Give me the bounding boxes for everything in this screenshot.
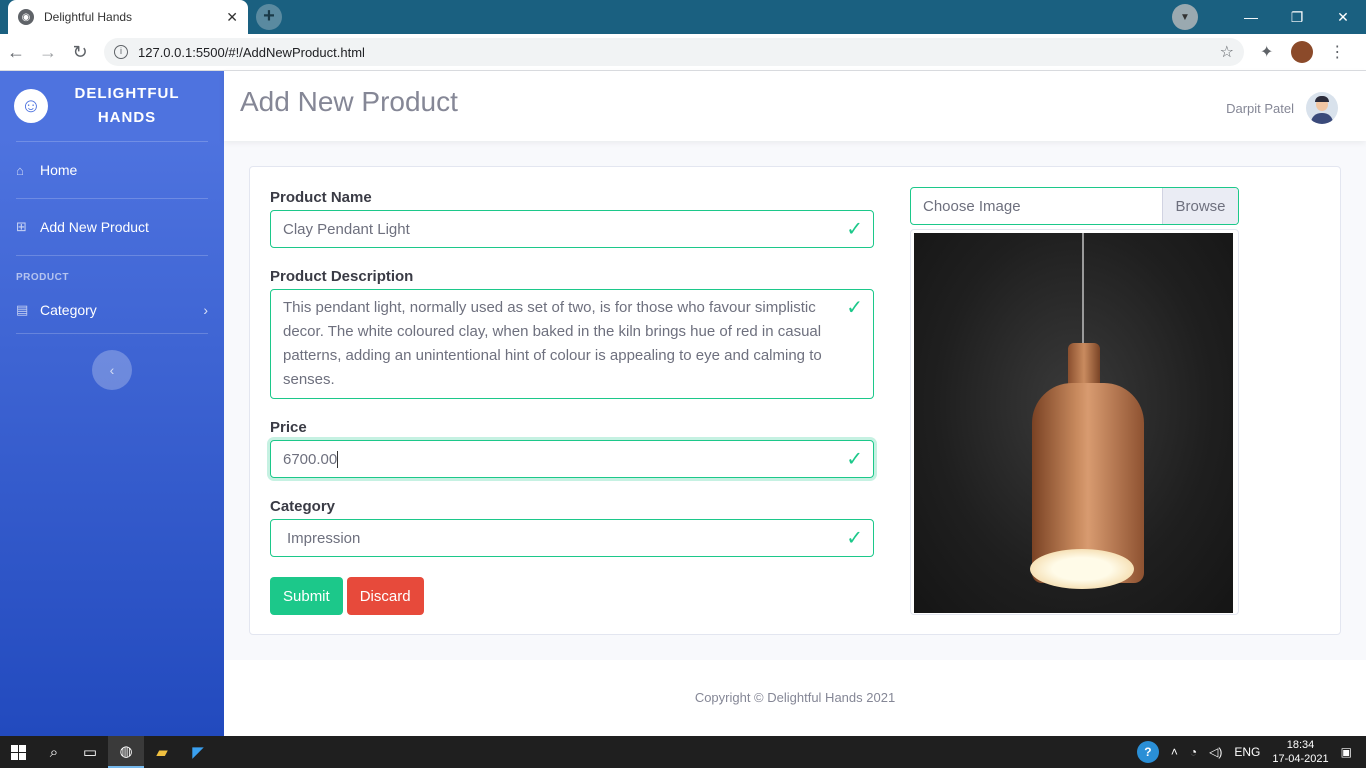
plus-square-icon: ⊞: [16, 219, 27, 234]
restore-icon[interactable]: ❐: [1274, 9, 1320, 26]
sidebar: ☺ DELIGHTFUL HANDS ⌂ Home ⊞ Add New Prod…: [0, 71, 224, 736]
sidebar-item-home[interactable]: ⌂ Home: [0, 142, 224, 198]
price-input[interactable]: 6700.00 ✓: [270, 440, 874, 478]
sidebar-item-category[interactable]: ▤ Category ›: [0, 287, 224, 333]
check-icon: ✓: [846, 297, 863, 319]
window-controls: ▼ — ❐ ✕: [1172, 0, 1366, 34]
product-form-card: Product Name Clay Pendant Light ✓ Produc…: [249, 166, 1341, 635]
submit-button[interactable]: Submit: [270, 577, 343, 615]
url-field[interactable]: i 127.0.0.1:5500/#!/AddNewProduct.html ☆: [104, 38, 1244, 66]
clipboard-icon: ▤: [16, 302, 29, 317]
globe-icon: ◉: [18, 9, 34, 25]
sidebar-item-label: Add New Product: [40, 219, 149, 235]
chrome-icon[interactable]: ◍: [108, 736, 144, 768]
browser-tabbar: ◉ Delightful Hands ✕ + ▼ — ❐ ✕: [0, 0, 1366, 34]
check-icon: ✓: [846, 527, 863, 550]
minimize-icon[interactable]: —: [1228, 9, 1274, 25]
product-description-textarea[interactable]: This pendant light, normally used as set…: [270, 289, 874, 399]
windows-start-icon[interactable]: [0, 736, 36, 768]
file-input-placeholder: Choose Image: [923, 197, 1021, 215]
chevron-right-icon: ›: [203, 302, 208, 318]
file-explorer-icon[interactable]: ▰: [144, 736, 180, 768]
copyright-text: Copyright © Delightful Hands 2021: [694, 690, 896, 705]
page-title: Add New Product: [240, 86, 458, 117]
menu-dots-icon[interactable]: ⋮: [1329, 42, 1345, 62]
category-select[interactable]: Impression ✓: [270, 519, 874, 557]
chevron-up-icon[interactable]: ˄: [1171, 745, 1178, 759]
product-description-value: This pendant light, normally used as set…: [283, 299, 822, 388]
notifications-icon[interactable]: ▣: [1341, 745, 1352, 759]
clock-date: 17-04-2021: [1272, 753, 1329, 765]
footer: Copyright © Delightful Hands 2021: [224, 660, 1366, 736]
forward-icon[interactable]: →: [32, 42, 64, 63]
price-value: 6700.00: [283, 450, 339, 468]
check-icon: ✓: [846, 218, 863, 241]
sidebar-divider: [16, 333, 208, 334]
image-file-input[interactable]: Choose Image Browse: [910, 187, 1239, 225]
sidebar-item-label: Home: [40, 162, 78, 178]
extensions-icon[interactable]: ✦: [1260, 42, 1273, 62]
check-icon: ✓: [846, 448, 863, 471]
product-name-value: Clay Pendant Light: [283, 220, 410, 238]
task-view-icon[interactable]: ▭: [72, 736, 108, 768]
wifi-icon[interactable]: ◔: [1190, 745, 1197, 759]
user-menu[interactable]: Darpit Patel: [1226, 92, 1338, 124]
image-preview: [910, 229, 1239, 615]
help-icon[interactable]: ?: [1136, 741, 1159, 763]
bookmark-star-icon[interactable]: ☆: [1220, 42, 1234, 62]
sidebar-toggle-button[interactable]: ‹: [92, 350, 132, 390]
language-indicator[interactable]: ENG: [1234, 745, 1260, 759]
browse-button[interactable]: Browse: [1162, 188, 1238, 224]
price-label: Price: [270, 419, 307, 436]
volume-icon[interactable]: ◁): [1209, 745, 1222, 759]
browser-tab[interactable]: ◉ Delightful Hands ✕: [8, 0, 248, 34]
sidebar-heading: PRODUCT: [16, 272, 69, 283]
category-label: Category: [270, 498, 336, 515]
topbar: Add New Product Darpit Patel: [224, 71, 1366, 141]
clock-time: 18:34: [1286, 739, 1315, 751]
search-icon[interactable]: ⌕: [36, 736, 72, 768]
url-text: 127.0.0.1:5500/#!/AddNewProduct.html: [138, 44, 365, 60]
home-icon: ⌂: [16, 162, 24, 178]
info-icon[interactable]: i: [114, 45, 128, 59]
close-window-icon[interactable]: ✕: [1320, 9, 1366, 26]
sidebar-item-label: Category: [40, 302, 97, 318]
wink-face-icon: ☺: [14, 89, 48, 123]
tab-search-icon[interactable]: ▼: [1172, 4, 1198, 30]
discard-button[interactable]: Discard: [346, 577, 424, 615]
product-photo: [914, 233, 1233, 613]
brand-line-2: HANDS: [97, 109, 157, 126]
system-tray: ? ˄ ◔ ◁) ENG 18:34 17-04-2021 ▣: [1136, 738, 1366, 766]
brand-name: DELIGHTFUL HANDS: [72, 82, 182, 130]
image-uploader: Choose Image Browse: [910, 187, 1239, 615]
product-description-label: Product Description: [270, 268, 414, 285]
vscode-icon[interactable]: ◤: [180, 736, 216, 768]
user-name: Darpit Patel: [1226, 100, 1294, 116]
profile-avatar[interactable]: [1291, 41, 1314, 63]
back-icon[interactable]: ←: [0, 42, 32, 63]
new-tab-button[interactable]: +: [256, 4, 282, 30]
close-tab-icon[interactable]: ✕: [226, 9, 238, 26]
product-name-input[interactable]: Clay Pendant Light ✓: [270, 210, 874, 248]
reload-icon[interactable]: ↻: [64, 42, 96, 63]
brand[interactable]: ☺ DELIGHTFUL HANDS: [0, 71, 224, 141]
tab-title: Delightful Hands: [44, 10, 133, 24]
address-bar: ← → ↻ i 127.0.0.1:5500/#!/AddNewProduct.…: [0, 34, 1366, 71]
product-form: Product Name Clay Pendant Light ✓ Produc…: [270, 189, 874, 615]
product-name-label: Product Name: [270, 189, 372, 206]
category-value: Impression: [287, 529, 361, 547]
brand-line-1: DELIGHTFUL: [74, 85, 180, 102]
sidebar-item-add-new-product[interactable]: ⊞ Add New Product: [0, 199, 224, 255]
avatar[interactable]: [1306, 92, 1338, 124]
os-taskbar: ⌕ ▭ ◍ ▰ ◤ ? ˄ ◔ ◁) ENG 18:34 17-04-2021 …: [0, 736, 1366, 768]
form-actions: Submit Discard: [270, 577, 874, 615]
clock[interactable]: 18:34 17-04-2021: [1272, 738, 1328, 766]
